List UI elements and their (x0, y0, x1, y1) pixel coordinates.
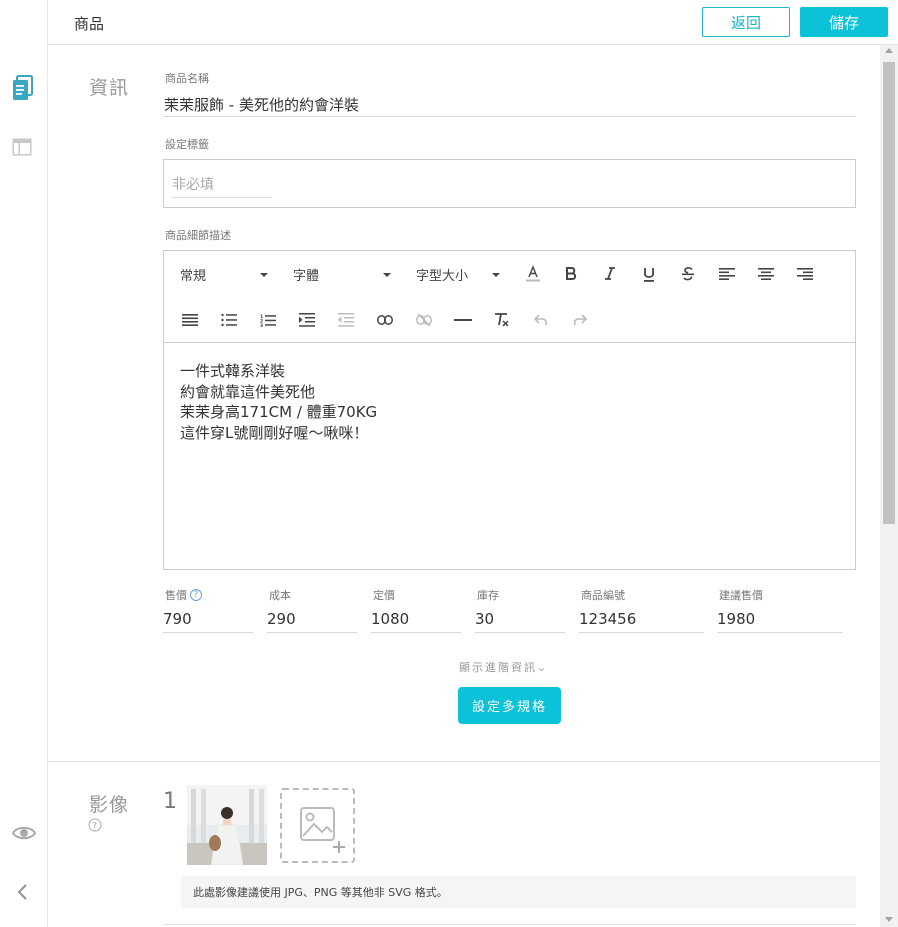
description-label: 商品細節描述 (165, 229, 231, 242)
rich-text-editor[interactable]: 常規 字體 字型大小 1 2 3 一件式韓系洋裝 約會就靠這件美死他 茉茉身高1… (163, 250, 856, 570)
help-icon[interactable]: ? (88, 817, 102, 836)
sidebar (0, 0, 48, 927)
section-bottom-divider (163, 924, 856, 925)
layout-icon[interactable] (12, 138, 32, 156)
chevron-down-icon (492, 273, 500, 277)
align-right-icon[interactable] (793, 262, 817, 286)
product-image-thumbnail[interactable] (187, 785, 267, 865)
sale-price-label: 售價 ? (165, 587, 202, 603)
show-advanced-link[interactable]: 顯示進階資訊⌄ (459, 659, 546, 675)
description-line: 一件式韓系洋裝 (180, 362, 286, 380)
link-icon[interactable] (373, 308, 397, 332)
list-price-input[interactable]: 1080 (371, 610, 409, 628)
section-label-info: 資訊 (89, 77, 130, 99)
product-name-label: 商品名稱 (165, 72, 209, 85)
tags-label: 設定標籤 (165, 138, 209, 151)
chevron-down-icon (383, 273, 391, 277)
product-name-input[interactable]: 茉茉服飾 - 美死他的約會洋裝 (164, 94, 359, 115)
underline-icon[interactable] (637, 262, 661, 286)
sku-input[interactable]: 123456 (579, 610, 636, 628)
sale-price-input[interactable]: 790 (163, 610, 192, 628)
tags-field[interactable] (163, 159, 856, 208)
font-select[interactable]: 字體 (293, 264, 393, 284)
align-justify-icon[interactable] (178, 308, 202, 332)
horizontal-rule-icon[interactable] (451, 308, 475, 332)
description-line: 這件穿L號剛剛好喔～啾咪！ (180, 423, 369, 442)
bullet-list-icon[interactable] (217, 308, 241, 332)
back-button[interactable]: 返回 (702, 7, 790, 37)
size-select[interactable]: 字型大小 (416, 264, 506, 284)
size-select-label: 字型大小 (416, 268, 469, 284)
description-line: 約會就靠這件美死他 (180, 382, 316, 401)
font-color-icon[interactable] (521, 262, 545, 286)
image-index: 1 (163, 789, 177, 814)
outdent-icon[interactable] (334, 308, 358, 332)
set-variants-button[interactable]: 設定多規格 (458, 687, 561, 724)
document-icon[interactable] (12, 75, 34, 101)
sale-price-underline (163, 632, 253, 633)
scrollbar-thumb[interactable] (883, 62, 895, 524)
unlink-icon[interactable] (412, 308, 436, 332)
clear-format-icon[interactable] (490, 308, 514, 332)
tags-input[interactable] (172, 172, 272, 198)
suggested-price-label: 建議售價 (719, 589, 763, 602)
svg-text:?: ? (92, 822, 97, 832)
sku-label: 商品編號 (581, 589, 625, 602)
stock-label: 庫存 (477, 589, 499, 602)
save-button[interactable]: 儲存 (800, 7, 888, 37)
font-select-label: 字體 (293, 268, 320, 284)
format-select[interactable]: 常規 (180, 264, 270, 284)
sku-underline (579, 632, 704, 633)
image-upload-button[interactable] (280, 788, 355, 863)
align-left-icon[interactable] (715, 262, 739, 286)
italic-icon[interactable] (598, 262, 622, 286)
description-line: 茉茉身高171CM / 體重70KG (180, 403, 378, 421)
product-name-underline (163, 116, 856, 117)
cost-input[interactable]: 290 (267, 610, 296, 628)
list-price-label: 定價 (373, 589, 395, 602)
numbered-list-icon[interactable]: 123 (256, 308, 280, 332)
stock-input[interactable]: 30 (475, 610, 494, 628)
svg-text:3: 3 (260, 323, 263, 327)
cost-underline (267, 632, 357, 633)
undo-icon[interactable] (529, 308, 553, 332)
chevron-down-icon (260, 273, 268, 277)
image-format-notice: 此處影像建議使用 JPG、PNG 等其他非 SVG 格式。 (181, 876, 856, 908)
redo-icon[interactable] (568, 308, 592, 332)
strikethrough-icon[interactable] (676, 262, 700, 286)
indent-icon[interactable] (295, 308, 319, 332)
image-add-icon (300, 807, 345, 853)
show-advanced-label: 顯示進階資訊 (459, 661, 537, 674)
chevron-down-icon: ⌄ (537, 661, 547, 674)
suggested-price-input[interactable]: 1980 (717, 610, 755, 628)
page-title: 商品 (74, 15, 105, 33)
chevron-left-icon[interactable] (12, 882, 32, 902)
editor-content[interactable]: 一件式韓系洋裝 約會就靠這件美死他 茉茉身高171CM / 體重70KG 這件穿… (180, 361, 377, 443)
scroll-up-arrow[interactable] (885, 48, 893, 53)
section-label-images: 影像 (89, 794, 130, 816)
eye-icon[interactable] (12, 823, 36, 843)
section-divider (48, 761, 880, 762)
align-center-icon[interactable] (754, 262, 778, 286)
sale-price-label-text: 售價 (165, 589, 187, 602)
cost-label: 成本 (269, 589, 291, 602)
editor-toolbar: 常規 字體 字型大小 1 2 3 (164, 251, 855, 343)
suggested-price-underline (717, 632, 843, 633)
list-price-underline (371, 632, 461, 633)
scroll-down-arrow[interactable] (885, 917, 893, 922)
help-icon[interactable]: ? (190, 589, 202, 601)
stock-underline (475, 632, 565, 633)
format-select-label: 常規 (180, 268, 207, 284)
bold-icon[interactable] (559, 262, 583, 286)
top-bar: 商品 返回 儲存 (48, 0, 898, 45)
